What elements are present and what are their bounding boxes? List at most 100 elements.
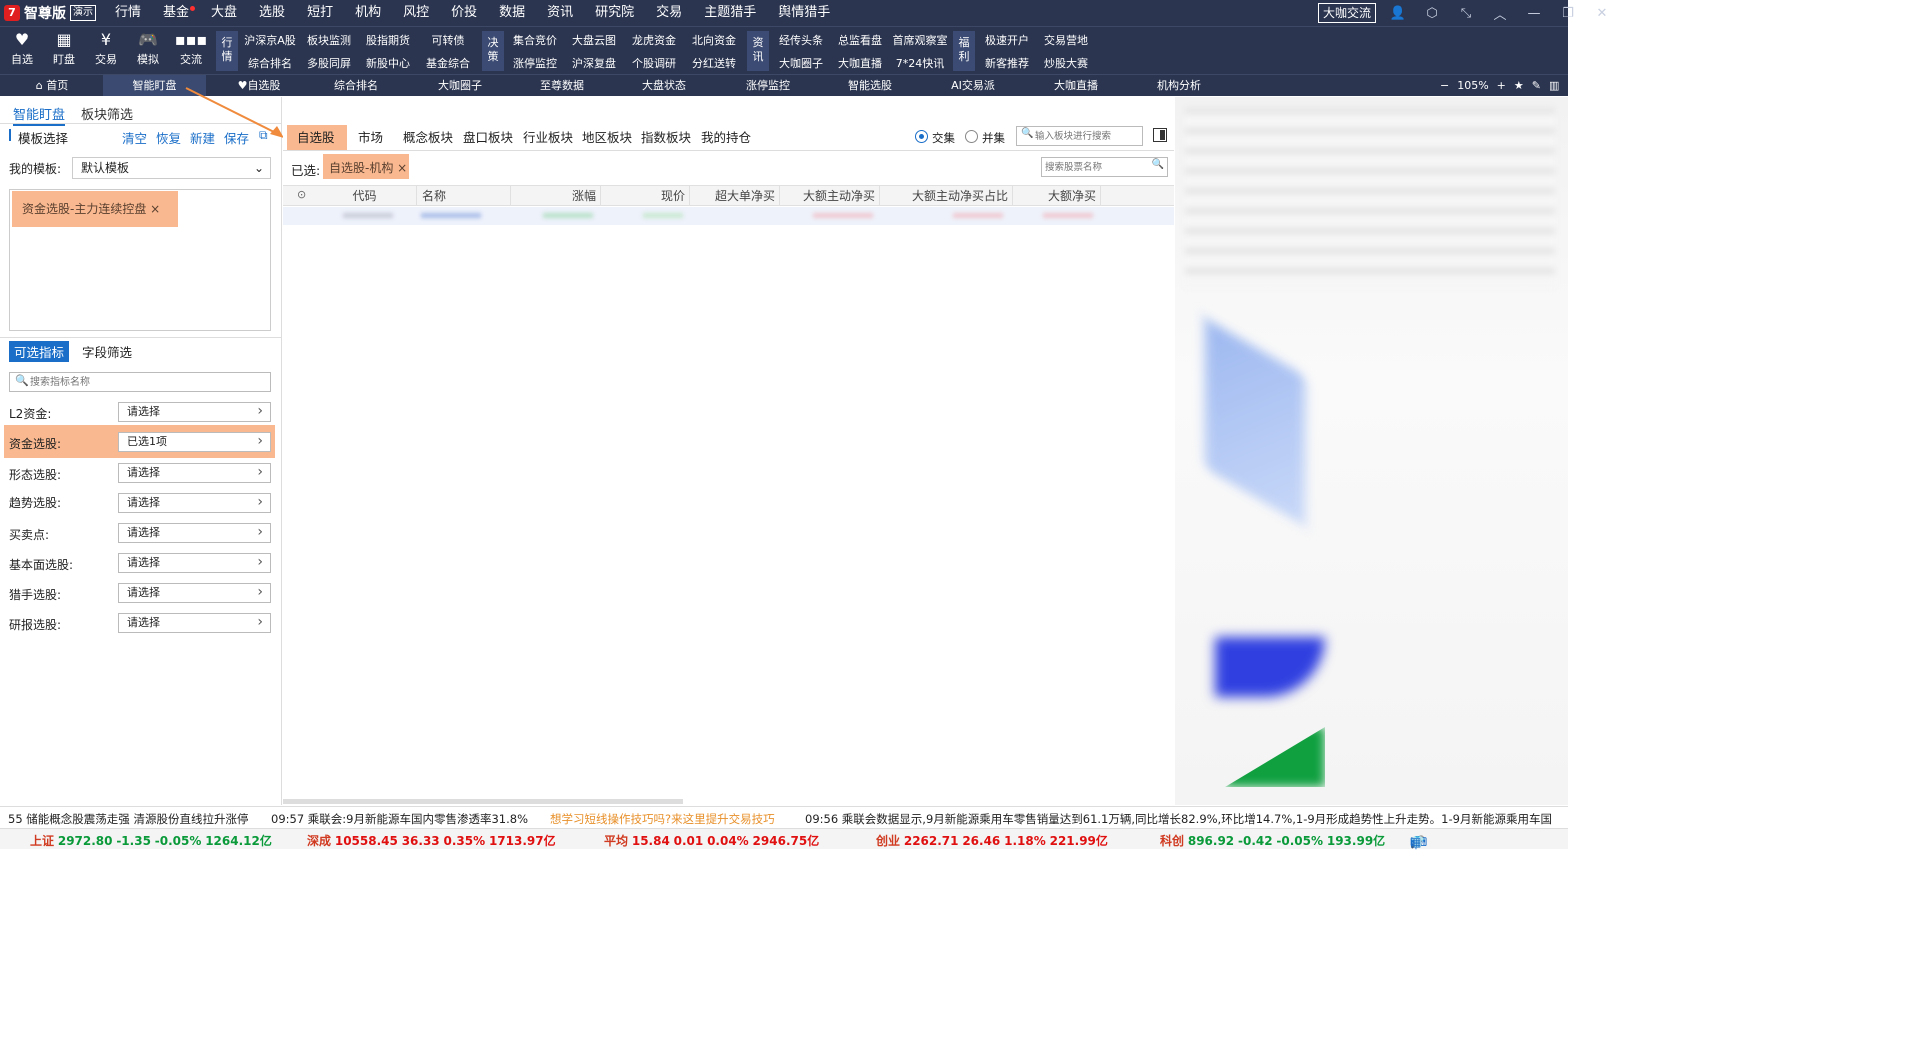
menu-item[interactable]: 基金 xyxy=(152,0,200,26)
column-header-super-large[interactable]: 超大单净买 xyxy=(690,186,780,206)
picker-hunter[interactable]: 请选择 xyxy=(118,583,271,603)
tab-home[interactable]: ⌂ 首页 xyxy=(14,75,90,96)
collapse-icon[interactable]: ︿ xyxy=(1488,4,1512,23)
tab-industry[interactable]: 行业板块 xyxy=(523,125,573,151)
toolbar-link[interactable]: 沪深复盘 xyxy=(562,55,626,71)
menu-item[interactable]: 行情 xyxy=(104,0,152,26)
tab-ai-trade[interactable]: AI交易派 xyxy=(923,75,1023,96)
tab-indicators[interactable]: 可选指标 xyxy=(9,341,70,362)
toolbar-link[interactable]: 北向资金 xyxy=(682,32,746,48)
chosen-tag[interactable]: 资金选股-主力连续控盘 × xyxy=(22,200,160,217)
toolbar-link[interactable]: 股指期货 xyxy=(356,32,420,48)
toolbar-link[interactable]: 总监看盘 xyxy=(828,32,892,48)
user-icon[interactable]: 👤 xyxy=(1386,6,1410,21)
toolbar-link[interactable]: 分红送转 xyxy=(682,55,746,71)
menu-item[interactable]: 资讯 xyxy=(536,0,584,26)
horizontal-scrollbar[interactable] xyxy=(283,799,683,804)
close-icon[interactable]: ✕ xyxy=(1590,6,1614,21)
menu-item[interactable]: 价投 xyxy=(440,0,488,26)
indicator-search-input[interactable] xyxy=(30,374,265,390)
toolbar-link[interactable]: 基金综合 xyxy=(416,55,480,71)
picker-fund-pick[interactable]: 已选1项 xyxy=(118,432,271,452)
toolbar-link[interactable]: 交易营地 xyxy=(1034,32,1098,48)
toolbar-trade-button[interactable]: ¥ 交易 xyxy=(85,27,127,75)
toolbar-link[interactable]: 综合排名 xyxy=(238,55,302,71)
settings-icon[interactable]: ⊙ xyxy=(297,188,306,201)
toolbar-link[interactable]: 大盘云图 xyxy=(562,32,626,48)
shrink-icon[interactable]: ⤡ xyxy=(1454,6,1478,21)
menu-item[interactable]: 大盘 xyxy=(200,0,248,26)
menu-item[interactable]: 主题猎手 xyxy=(693,0,767,26)
tab-limit-up[interactable]: 涨停监控 xyxy=(718,75,818,96)
column-header-price[interactable]: 现价 xyxy=(601,186,690,206)
toolbar-chat-button[interactable]: ▪▪▪ 交流 xyxy=(170,27,212,75)
menu-item[interactable]: 短打 xyxy=(296,0,344,26)
toolbar-link[interactable]: 大咖圈子 xyxy=(769,55,833,71)
tab-holdings[interactable]: 我的持仓 xyxy=(701,125,751,151)
column-header-change[interactable]: 涨幅 xyxy=(511,186,601,206)
settings-icon[interactable]: ⬡ xyxy=(1420,6,1444,21)
stock-search-input[interactable] xyxy=(1045,159,1150,175)
remove-tag-icon[interactable]: × xyxy=(397,161,407,175)
zoom-in-icon[interactable]: + xyxy=(1497,75,1506,96)
toolbar-link[interactable]: 新客推荐 xyxy=(975,55,1039,71)
selected-tag[interactable]: 自选股-机构 × xyxy=(329,159,407,176)
menu-item[interactable]: 机构 xyxy=(344,0,392,26)
index-average[interactable]: 平均 15.84 0.01 0.04% 2946.75亿 xyxy=(604,832,819,849)
column-header-code[interactable]: 代码 xyxy=(317,186,417,206)
tab-supreme-data[interactable]: 至尊数据 xyxy=(512,75,612,96)
toolbar-link[interactable]: 炒股大赛 xyxy=(1034,55,1098,71)
toolbar-link[interactable]: 个股调研 xyxy=(622,55,686,71)
block-search[interactable]: 🔍 xyxy=(1016,126,1143,146)
toolbar-link[interactable]: 新股中心 xyxy=(356,55,420,71)
tab-region[interactable]: 地区板块 xyxy=(582,125,632,151)
panel-toggle-icon[interactable] xyxy=(1153,128,1167,142)
toolbar-sim-button[interactable]: 🎮 模拟 xyxy=(127,27,169,75)
restore-icon[interactable]: ❐ xyxy=(1556,6,1580,21)
column-header-large-net[interactable]: 大额净买 xyxy=(1013,186,1101,206)
toolbar-link[interactable]: 可转债 xyxy=(416,32,480,48)
picker-fundamental[interactable]: 请选择 xyxy=(118,553,271,573)
tab-market[interactable]: 市场 xyxy=(358,125,383,151)
column-header-large-active-pct[interactable]: 大额主动净买占比 xyxy=(880,186,1013,206)
toolbar-favorites-button[interactable]: ♥ 自选 xyxy=(1,27,43,75)
toolbar-link[interactable]: 沪深京A股 xyxy=(238,32,302,48)
column-header-large-active[interactable]: 大额主动净买 xyxy=(780,186,880,206)
tab-ranking[interactable]: 综合排名 xyxy=(306,75,406,96)
tab-index[interactable]: 指数板块 xyxy=(641,125,691,151)
picker-buy-sell[interactable]: 请选择 xyxy=(118,523,271,543)
toolbar-link[interactable]: 集合竞价 xyxy=(503,32,567,48)
toolbar-link[interactable]: 经传头条 xyxy=(769,32,833,48)
grid-icon[interactable]: ▦ xyxy=(1410,835,1421,849)
menu-item[interactable]: 风控 xyxy=(392,0,440,26)
clear-button[interactable]: 清空 xyxy=(122,128,147,147)
minimize-icon[interactable]: — xyxy=(1522,6,1546,21)
menu-item[interactable]: 交易 xyxy=(645,0,693,26)
subtab-block-filter[interactable]: 板块筛选 xyxy=(81,104,133,123)
menu-item[interactable]: 舆情猎手 xyxy=(767,0,841,26)
toolbar-link[interactable]: 板块监测 xyxy=(297,32,361,48)
toolbar-link[interactable]: 涨停监控 xyxy=(503,55,567,71)
news-item[interactable]: 09:57 乘联会:9月新能源车国内零售渗透率31.8% xyxy=(271,811,528,827)
tab-my-stocks[interactable]: 自选股 xyxy=(297,125,335,151)
toolbar-link[interactable]: 7*24快讯 xyxy=(888,55,952,71)
block-search-input[interactable] xyxy=(1035,128,1139,144)
picker-research[interactable]: 请选择 xyxy=(118,613,271,633)
radio-intersection[interactable] xyxy=(915,130,928,143)
stock-search[interactable]: 🔍 xyxy=(1041,157,1168,177)
toolbar-watch-button[interactable]: ▦ 盯盘 xyxy=(43,27,85,75)
menu-item[interactable]: 选股 xyxy=(248,0,296,26)
daka-exchange-button[interactable]: 大咖交流 xyxy=(1318,3,1377,23)
indicator-search[interactable]: 🔍 xyxy=(9,372,271,392)
picker-trend[interactable]: 请选择 xyxy=(118,493,271,513)
tab-institution[interactable]: 机构分析 xyxy=(1129,75,1229,96)
tab-smart-pick[interactable]: 智能选股 xyxy=(820,75,920,96)
news-item[interactable]: 09:56 乘联会数据显示,9月新能源乘用车零售销量达到61.1万辆,同比增长8… xyxy=(805,811,1552,827)
remove-tag-icon[interactable]: × xyxy=(150,202,160,216)
picker-l2-funds[interactable]: 请选择 xyxy=(118,402,271,422)
toolbar-link[interactable]: 多股同屏 xyxy=(297,55,361,71)
toolbar-link[interactable]: 大咖直播 xyxy=(828,55,892,71)
tab-daka-live[interactable]: 大咖直播 xyxy=(1026,75,1126,96)
my-template-select[interactable]: 默认模板 ⌄ xyxy=(72,157,271,179)
column-header-name[interactable]: 名称 xyxy=(417,186,511,206)
